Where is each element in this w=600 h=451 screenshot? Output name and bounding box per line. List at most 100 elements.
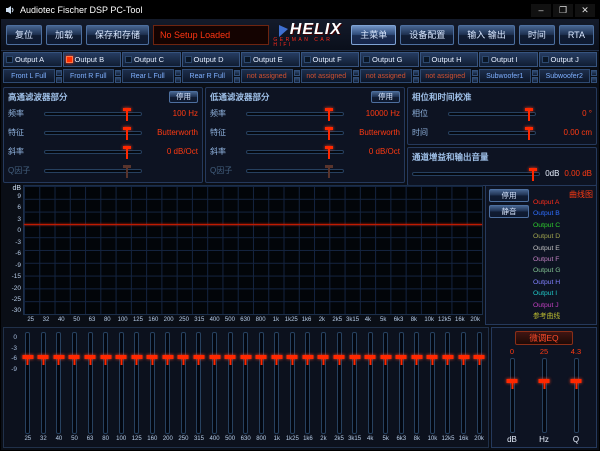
- channel-name-button[interactable]: Front R Full: [62, 69, 114, 83]
- slider-handle[interactable]: [122, 107, 131, 121]
- eq-band-handle[interactable]: [53, 355, 65, 365]
- main-menu-button[interactable]: 主菜单: [351, 24, 397, 45]
- legend-item[interactable]: Output F: [533, 256, 593, 264]
- tab-output-c[interactable]: Output C: [122, 52, 181, 67]
- channel-mini-top-button[interactable]: [591, 69, 597, 76]
- channel-name-button[interactable]: Subwoofer1: [479, 69, 531, 83]
- eq-band-handle[interactable]: [317, 355, 329, 365]
- eq-band-slider[interactable]: [411, 332, 423, 434]
- eq-band-handle[interactable]: [458, 355, 470, 365]
- eq-band-handle[interactable]: [271, 355, 283, 365]
- slider-handle[interactable]: [122, 126, 131, 140]
- fine-eq-handle[interactable]: [538, 379, 550, 390]
- eq-band-handle[interactable]: [22, 355, 34, 365]
- input-output-button[interactable]: 输入 输出: [458, 24, 515, 45]
- eq-band-slider[interactable]: [426, 332, 438, 434]
- gain-slider-track[interactable]: [412, 167, 541, 181]
- legend-item[interactable]: Output I: [533, 290, 593, 298]
- tab-output-d[interactable]: Output D: [181, 52, 240, 67]
- tab-output-j[interactable]: Output J: [538, 52, 597, 67]
- channel-name-button[interactable]: Front L Full: [3, 69, 55, 83]
- slider-track[interactable]: [246, 164, 344, 178]
- legend-item[interactable]: Output E: [533, 245, 593, 253]
- legend-item[interactable]: Output J: [533, 302, 593, 310]
- channel-name-button[interactable]: Rear R Full: [181, 69, 233, 83]
- eq-band-slider[interactable]: [177, 332, 189, 434]
- reset-button[interactable]: 复位: [6, 24, 43, 45]
- slider-handle[interactable]: [324, 126, 333, 140]
- fine-eq-handle[interactable]: [570, 379, 582, 390]
- fine-eq-slider[interactable]: [506, 358, 518, 433]
- eq-band-handle[interactable]: [240, 355, 252, 365]
- eq-band-slider[interactable]: [380, 332, 392, 434]
- channel-name-button[interactable]: Subwoofer2: [538, 69, 590, 83]
- eq-band-handle[interactable]: [302, 355, 314, 365]
- tab-output-h[interactable]: Output H: [419, 52, 478, 67]
- eq-band-slider[interactable]: [240, 332, 252, 434]
- slider-track[interactable]: [44, 145, 142, 159]
- channel-mini-bottom-button[interactable]: [293, 76, 300, 83]
- fine-eq-button[interactable]: 微调EQ: [515, 331, 573, 345]
- slider-track[interactable]: [246, 126, 344, 140]
- eq-band-handle[interactable]: [411, 355, 423, 365]
- eq-band-handle[interactable]: [68, 355, 80, 365]
- channel-mini-top-button[interactable]: [234, 69, 240, 76]
- eq-band-slider[interactable]: [224, 332, 236, 434]
- channel-name-button[interactable]: not assigned: [360, 69, 412, 83]
- eq-band-handle[interactable]: [193, 355, 205, 365]
- slider-handle[interactable]: [324, 164, 333, 178]
- legend-item[interactable]: Output D: [533, 233, 593, 241]
- eq-band-slider[interactable]: [131, 332, 143, 434]
- time-button[interactable]: 时间: [518, 24, 555, 45]
- tab-output-b[interactable]: Output B: [62, 52, 121, 67]
- eq-band-slider[interactable]: [193, 332, 205, 434]
- eq-band-slider[interactable]: [317, 332, 329, 434]
- eq-band-slider[interactable]: [53, 332, 65, 434]
- maximize-button[interactable]: ❐: [553, 3, 573, 17]
- fine-eq-slider[interactable]: [538, 358, 550, 433]
- eq-band-handle[interactable]: [37, 355, 49, 365]
- tab-output-a[interactable]: Output A: [3, 52, 62, 67]
- channel-mini-bottom-button[interactable]: [472, 76, 478, 83]
- eq-band-handle[interactable]: [442, 355, 454, 365]
- eq-band-handle[interactable]: [100, 355, 112, 365]
- tab-output-g[interactable]: Output G: [360, 52, 419, 67]
- channel-mini-top-button[interactable]: [412, 69, 419, 76]
- channel-mini-top-button[interactable]: [55, 69, 62, 76]
- slider-handle[interactable]: [524, 126, 533, 140]
- eq-band-handle[interactable]: [131, 355, 143, 365]
- channel-name-button[interactable]: not assigned: [300, 69, 352, 83]
- eq-band-slider[interactable]: [255, 332, 267, 434]
- channel-mini-bottom-button[interactable]: [55, 76, 62, 83]
- channel-mini-bottom-button[interactable]: [234, 76, 240, 83]
- device-config-button[interactable]: 设备配置: [400, 24, 455, 45]
- eq-band-handle[interactable]: [286, 355, 298, 365]
- channel-mini-top-button[interactable]: [531, 69, 538, 76]
- channel-mini-top-button[interactable]: [115, 69, 121, 76]
- legend-item[interactable]: Output G: [533, 268, 593, 275]
- slider-track[interactable]: [448, 107, 536, 121]
- save-store-button[interactable]: 保存和存储: [86, 24, 150, 45]
- eq-band-slider[interactable]: [333, 332, 345, 434]
- eq-band-slider[interactable]: [286, 332, 298, 434]
- channel-mini-bottom-button[interactable]: [353, 76, 359, 83]
- eq-band-handle[interactable]: [146, 355, 158, 365]
- eq-band-slider[interactable]: [100, 332, 112, 434]
- channel-mini-bottom-button[interactable]: [412, 76, 419, 83]
- eq-band-slider[interactable]: [209, 332, 221, 434]
- eq-band-handle[interactable]: [224, 355, 236, 365]
- eq-band-handle[interactable]: [333, 355, 345, 365]
- mute-button[interactable]: 静音: [489, 205, 529, 218]
- eq-band-slider[interactable]: [364, 332, 376, 434]
- eq-band-handle[interactable]: [162, 355, 174, 365]
- eq-band-slider[interactable]: [115, 332, 127, 434]
- eq-band-handle[interactable]: [255, 355, 267, 365]
- eq-band-slider[interactable]: [146, 332, 158, 434]
- slider-track[interactable]: [44, 164, 142, 178]
- eq-band-handle[interactable]: [473, 355, 485, 365]
- slider-track[interactable]: [246, 145, 344, 159]
- eq-band-slider[interactable]: [22, 332, 34, 434]
- minimize-button[interactable]: –: [531, 3, 551, 17]
- channel-mini-bottom-button[interactable]: [115, 76, 121, 83]
- channel-mini-top-button[interactable]: [472, 69, 478, 76]
